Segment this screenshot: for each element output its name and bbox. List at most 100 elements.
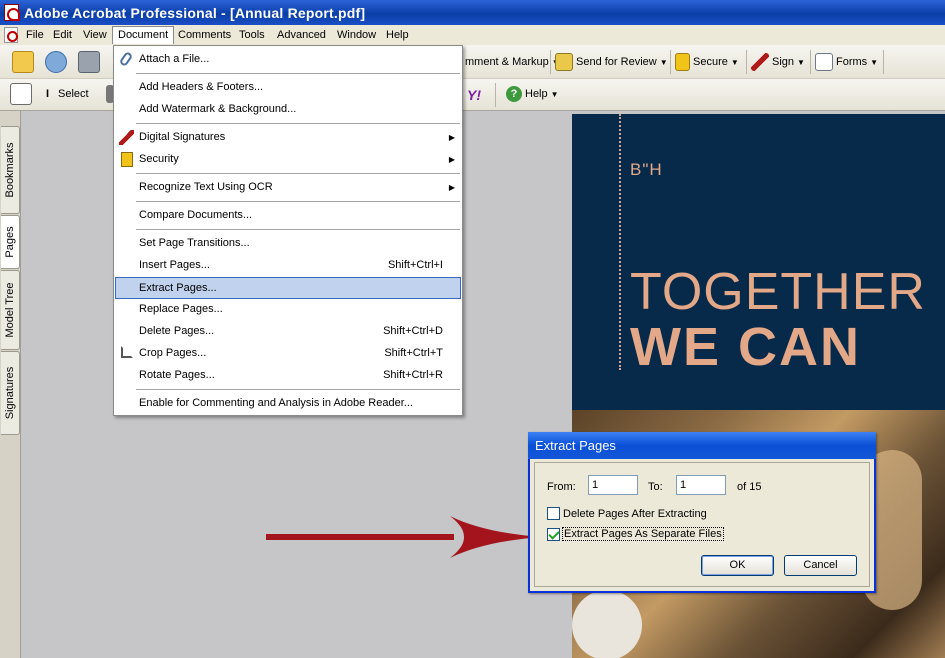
menu-item-add-watermark[interactable]: Add Watermark & Background... bbox=[115, 99, 461, 120]
hand-tool-icon[interactable] bbox=[10, 83, 32, 105]
menu-item-attach-file[interactable]: Attach a File... bbox=[115, 49, 461, 70]
menu-tools[interactable]: Tools bbox=[234, 26, 270, 44]
menu-document[interactable]: Document bbox=[112, 26, 175, 44]
tab-signatures[interactable]: Signatures bbox=[1, 351, 20, 435]
document-menu-dropdown: Attach a File... Add Headers & Footers..… bbox=[113, 45, 463, 416]
tab-bookmarks[interactable]: Bookmarks bbox=[1, 126, 20, 214]
menu-view[interactable]: View bbox=[78, 26, 112, 44]
ok-button[interactable]: OK bbox=[701, 555, 774, 576]
paperclip-icon bbox=[118, 50, 134, 68]
dotted-divider bbox=[619, 114, 621, 370]
menu-item-add-headers-footers[interactable]: Add Headers & Footers... bbox=[115, 77, 461, 98]
tab-pages[interactable]: Pages bbox=[1, 215, 20, 269]
send-for-review-button[interactable]: Send for Review ▼ bbox=[555, 51, 668, 73]
menu-item-security[interactable]: Security ▶ bbox=[115, 149, 461, 170]
menu-item-label: Delete Pages... bbox=[139, 325, 215, 337]
menu-separator bbox=[136, 229, 460, 230]
extract-pages-dialog: Extract Pages From: To: of 15 Delete Pag… bbox=[528, 432, 876, 593]
menu-item-rotate-pages[interactable]: Rotate Pages... Shift+Ctrl+R bbox=[115, 365, 461, 386]
tab-model-tree[interactable]: Model Tree bbox=[1, 270, 20, 350]
menu-item-shortcut: Shift+Ctrl+T bbox=[384, 347, 443, 359]
open-folder-icon[interactable] bbox=[12, 51, 34, 73]
menu-window[interactable]: Window bbox=[332, 26, 381, 44]
sign-button[interactable]: Sign ▼ bbox=[751, 51, 805, 73]
menu-item-digital-signatures[interactable]: Digital Signatures ▶ bbox=[115, 127, 461, 148]
menu-file[interactable]: File bbox=[21, 26, 49, 44]
extract-separate-files-label: Extract Pages As Separate Files bbox=[562, 527, 724, 541]
toolbar-divider bbox=[495, 83, 496, 107]
document-icon[interactable] bbox=[4, 27, 18, 43]
menu-separator bbox=[136, 389, 460, 390]
chevron-down-icon: ▼ bbox=[730, 58, 739, 67]
cancel-button[interactable]: Cancel bbox=[784, 555, 857, 576]
sign-label: Sign bbox=[772, 56, 795, 68]
cover-headline-line2: WE CAN bbox=[630, 317, 861, 377]
extract-separate-files-checkbox[interactable] bbox=[547, 528, 560, 541]
help-icon: ? bbox=[506, 86, 522, 103]
menu-help[interactable]: Help bbox=[381, 26, 414, 44]
title-bar: Adobe Acrobat Professional - [Annual Rep… bbox=[0, 0, 945, 25]
chevron-down-icon: ▼ bbox=[797, 58, 805, 67]
menu-item-compare-documents[interactable]: Compare Documents... bbox=[115, 205, 461, 226]
menu-item-label: Set Page Transitions... bbox=[139, 237, 250, 249]
menu-separator bbox=[136, 73, 460, 74]
forms-label: Forms bbox=[836, 56, 868, 68]
pen-icon bbox=[119, 130, 134, 145]
forms-button[interactable]: Forms ▼ bbox=[815, 51, 878, 73]
page-count-text: of 15 bbox=[737, 481, 762, 493]
menu-item-shortcut: Shift+Ctrl+R bbox=[383, 369, 443, 381]
menu-item-extract-pages[interactable]: Extract Pages... bbox=[115, 277, 461, 299]
menu-item-label: Rotate Pages... bbox=[139, 369, 215, 381]
cover-headline-line1: TOGETHER bbox=[630, 263, 926, 321]
acrobat-app-icon[interactable] bbox=[4, 4, 20, 21]
menu-item-label: Crop Pages... bbox=[139, 347, 207, 359]
to-page-input[interactable] bbox=[676, 475, 726, 495]
secure-button[interactable]: Secure ▼ bbox=[675, 51, 739, 73]
toolbar-divider bbox=[883, 50, 884, 74]
chevron-down-icon: ▼ bbox=[870, 58, 879, 67]
menu-separator bbox=[136, 201, 460, 202]
secure-label: Secure bbox=[693, 56, 728, 68]
menu-item-shortcut: Shift+Ctrl+I bbox=[387, 259, 443, 271]
tab-bookmarks-label: Bookmarks bbox=[4, 142, 16, 198]
menu-item-set-page-transitions[interactable]: Set Page Transitions... bbox=[115, 233, 461, 254]
menu-item-label: Security bbox=[139, 153, 179, 165]
delete-after-extracting-checkbox[interactable] bbox=[547, 507, 560, 520]
menu-separator bbox=[136, 173, 460, 174]
menu-item-label: Insert Pages... bbox=[139, 259, 210, 271]
photo-detail bbox=[572, 590, 642, 658]
menu-item-recognize-text-ocr[interactable]: Recognize Text Using OCR ▶ bbox=[115, 177, 461, 198]
crop-icon bbox=[121, 346, 133, 358]
menu-item-replace-pages[interactable]: Replace Pages... bbox=[115, 299, 461, 320]
select-tool-button[interactable]: I Select bbox=[46, 83, 89, 105]
menu-item-insert-pages[interactable]: Insert Pages... Shift+Ctrl+I bbox=[115, 255, 461, 276]
submenu-arrow-icon: ▶ bbox=[448, 183, 455, 192]
navigation-tabs: Bookmarks Pages Model Tree Signatures bbox=[0, 111, 21, 658]
organizer-icon[interactable] bbox=[45, 51, 67, 73]
delete-after-extracting-label: Delete Pages After Extracting bbox=[563, 508, 707, 520]
menu-item-label: Extract Pages... bbox=[139, 282, 217, 294]
send-for-review-label: Send for Review bbox=[576, 56, 657, 68]
from-page-input[interactable] bbox=[588, 475, 638, 495]
help-button[interactable]: ? Help ▼ bbox=[506, 83, 559, 105]
menu-item-crop-pages[interactable]: Crop Pages... Shift+Ctrl+T bbox=[115, 343, 461, 364]
menu-edit[interactable]: Edit bbox=[48, 26, 77, 44]
menu-item-label: Digital Signatures bbox=[139, 131, 226, 143]
dialog-title-bar[interactable]: Extract Pages bbox=[528, 432, 876, 459]
menu-item-delete-pages[interactable]: Delete Pages... Shift+Ctrl+D bbox=[115, 321, 461, 342]
menu-item-label: Enable for Commenting and Analysis in Ad… bbox=[139, 397, 413, 409]
save-icon[interactable] bbox=[78, 51, 100, 73]
menu-separator bbox=[136, 123, 460, 124]
yahoo-icon[interactable]: Y! bbox=[467, 87, 481, 103]
submenu-arrow-icon: ▶ bbox=[448, 155, 455, 164]
dialog-body: From: To: of 15 Delete Pages After Extra… bbox=[534, 462, 870, 587]
comment-markup-button[interactable]: mment & Markup▼ bbox=[465, 51, 560, 73]
help-label: Help bbox=[525, 88, 548, 100]
menu-item-enable-commenting[interactable]: Enable for Commenting and Analysis in Ad… bbox=[115, 393, 461, 414]
dialog-title: Extract Pages bbox=[535, 438, 616, 453]
menu-item-label: Compare Documents... bbox=[139, 209, 253, 221]
menu-comments[interactable]: Comments bbox=[173, 26, 236, 44]
menu-advanced[interactable]: Advanced bbox=[272, 26, 331, 44]
comment-markup-label: mment & Markup bbox=[465, 56, 549, 68]
to-label: To: bbox=[648, 481, 663, 493]
